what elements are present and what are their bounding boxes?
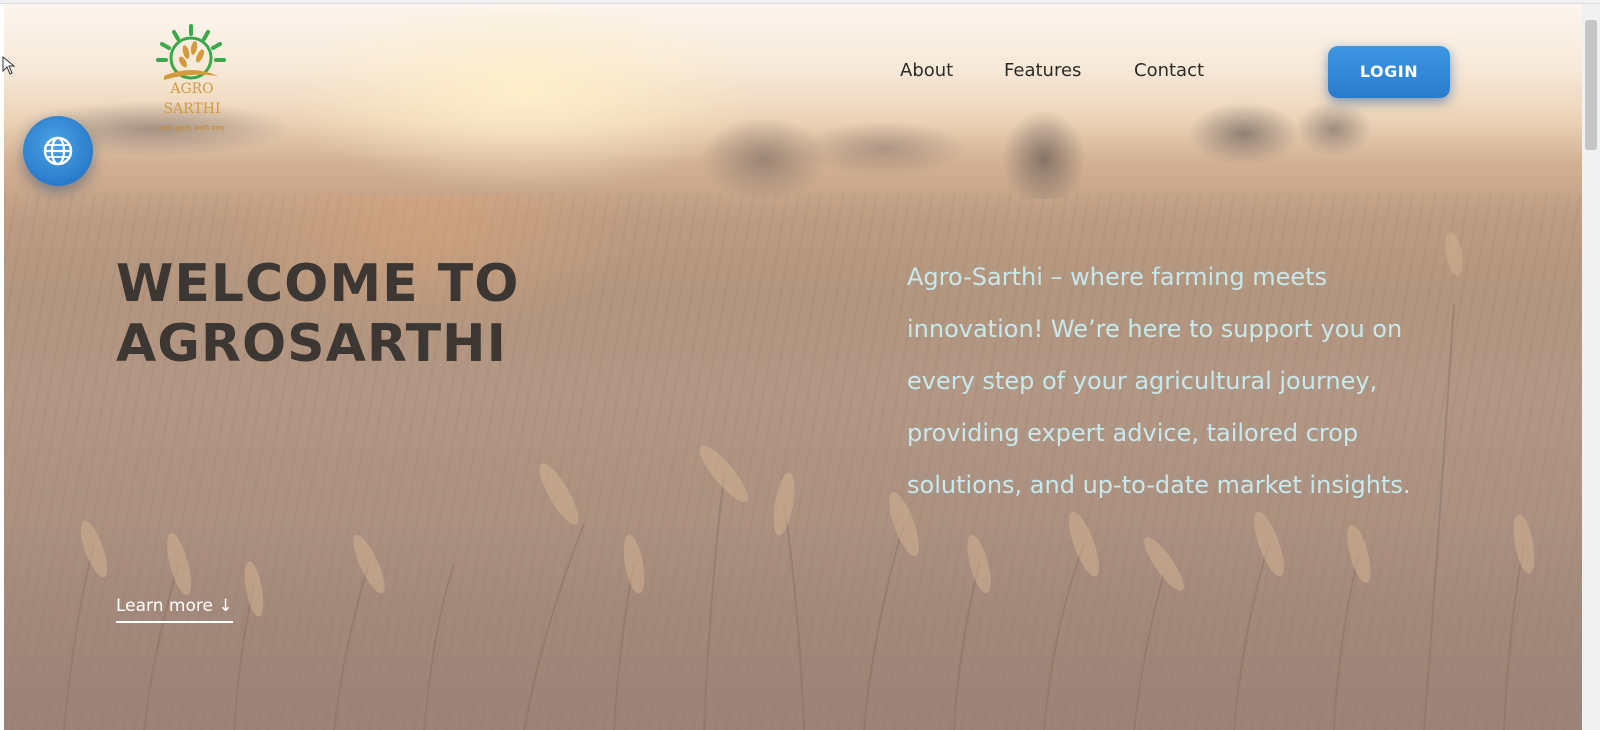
language-button[interactable] [23, 116, 93, 186]
learn-more-link[interactable]: Learn more ↓ [116, 596, 233, 623]
nav-link-contact[interactable]: Contact [1134, 60, 1204, 81]
globe-icon [43, 136, 73, 166]
mouse-cursor-icon [2, 56, 16, 75]
nav-link-features[interactable]: Features [1004, 60, 1081, 81]
login-button[interactable]: LOGIN [1328, 46, 1450, 98]
wheat-sun-icon [156, 24, 226, 80]
nav-link-about[interactable]: About [900, 60, 953, 81]
headline-line2: AGROSARTHI [116, 314, 507, 374]
site-logo[interactable]: AGRO SARTHI सबका सुझाव, सबकी सलाह [132, 24, 252, 139]
headline-line1: WELCOME TO [116, 254, 520, 314]
hero-description: Agro-Sarthi – where farming meets innova… [907, 263, 1411, 499]
logo-name-line2: SARTHI [163, 101, 221, 117]
logo-tagline: सबका सुझाव, सबकी सलाह [158, 125, 226, 132]
scrollbar-thumb[interactable] [1585, 20, 1597, 150]
hero-headline: WELCOME TO AGROSARTHI [116, 254, 736, 374]
logo-name-line1: AGRO [170, 81, 214, 97]
